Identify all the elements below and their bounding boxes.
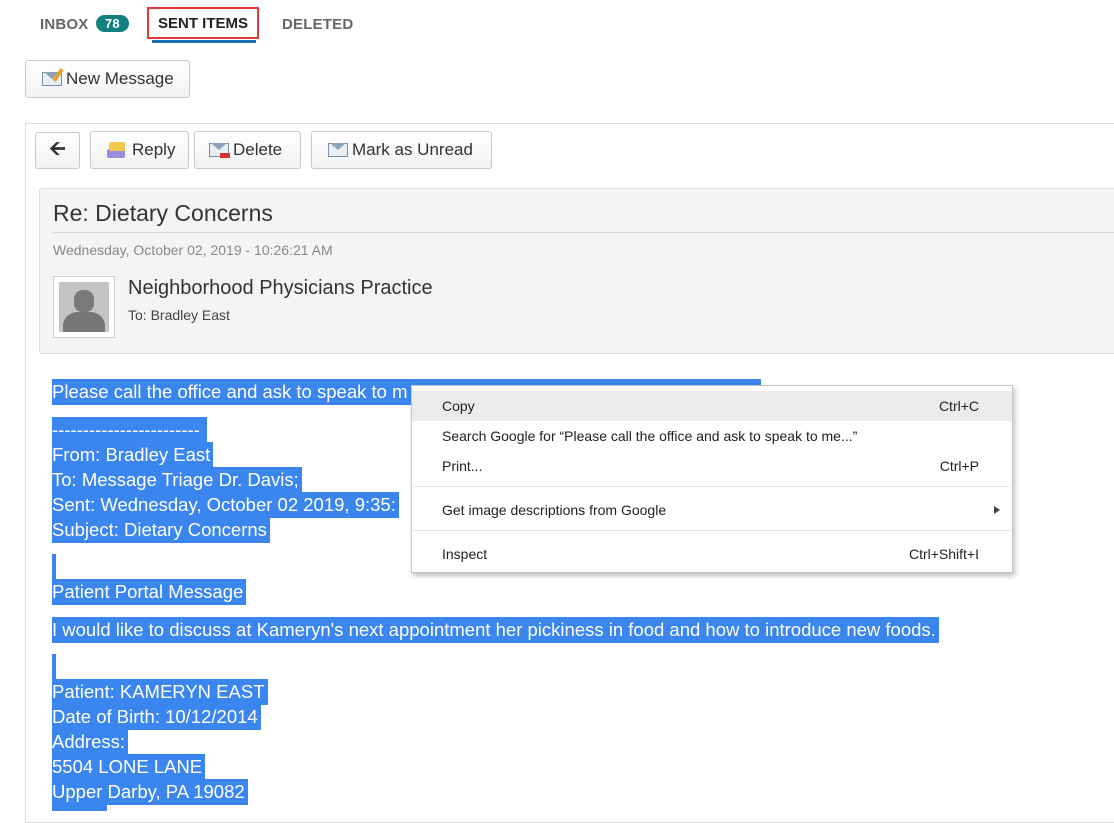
context-menu-copy[interactable]: Copy Ctrl+C — [412, 391, 1012, 421]
context-menu-search-google[interactable]: Search Google for “Please call the offic… — [412, 421, 1012, 451]
active-tab-indicator — [152, 40, 256, 43]
avatar — [53, 276, 115, 338]
body-line[interactable]: Upper Darby, PA 19082 — [52, 779, 248, 805]
back-button[interactable]: 🡨 — [35, 132, 80, 169]
person-silhouette-icon — [59, 282, 109, 332]
body-line[interactable]: Please call the office and ask to speak … — [52, 379, 411, 405]
body-line[interactable]: 5504 LONE LANE — [52, 754, 206, 780]
delete-label: Delete — [233, 140, 283, 159]
message-date: Wednesday, October 02, 2019 - 10:26:21 A… — [53, 242, 333, 258]
context-menu: Copy Ctrl+C Search Google for “Please ca… — [411, 385, 1013, 573]
reply-label: Reply — [132, 140, 176, 159]
context-menu-image-descriptions[interactable]: Get image descriptions from Google — [412, 495, 1012, 525]
body-line[interactable]: ------------------------ — [52, 417, 207, 443]
new-message-label: New Message — [66, 69, 174, 88]
selection-gap — [52, 654, 56, 680]
reply-icon — [107, 141, 127, 159]
envelope-icon — [42, 68, 64, 86]
menu-item-shortcut: Ctrl+C — [938, 398, 979, 414]
subject-divider — [53, 232, 1114, 233]
tab-deleted[interactable]: DELETED — [282, 16, 353, 33]
body-line[interactable]: From: Bradley East — [52, 442, 214, 468]
menu-item-label: Inspect — [442, 546, 488, 562]
unread-envelope-icon — [328, 143, 348, 157]
body-line[interactable]: I would like to discuss at Kameryn's nex… — [52, 617, 939, 643]
menu-item-label: Get image descriptions from Google — [442, 502, 667, 518]
new-message-button[interactable]: New Message — [25, 60, 190, 98]
body-line[interactable]: Subject: Dietary Concerns — [52, 517, 270, 543]
recipient-line: To: Bradley East — [128, 307, 230, 323]
menu-item-label: Print... — [442, 458, 483, 474]
menu-divider — [413, 486, 1011, 487]
context-menu-inspect[interactable]: Inspect Ctrl+Shift+I — [412, 539, 1012, 569]
body-line[interactable]: Patient Portal Message — [52, 579, 247, 605]
message-subject: Re: Dietary Concerns — [53, 200, 273, 226]
body-line[interactable]: Date of Birth: 10/12/2014 — [52, 704, 261, 730]
delete-button[interactable]: Delete — [194, 131, 301, 169]
tab-inbox-label: INBOX — [40, 16, 89, 33]
mark-unread-button[interactable]: Mark as Unread — [311, 131, 492, 169]
inbox-count-badge: 78 — [95, 15, 129, 32]
menu-item-label: Search Google for “Please call the offic… — [442, 428, 858, 444]
sender-name: Neighborhood Physicians Practice — [128, 277, 433, 299]
tab-inbox[interactable]: INBOX 78 — [40, 15, 129, 33]
submenu-arrow-icon — [994, 506, 1000, 514]
arrow-left-icon: 🡨 — [49, 137, 66, 160]
body-line[interactable]: Sent: Wednesday, October 02 2019, 9:35: — [52, 492, 399, 518]
selection-gap — [52, 554, 56, 580]
reply-button[interactable]: Reply — [90, 131, 189, 169]
menu-item-shortcut: Ctrl+Shift+I — [908, 546, 979, 562]
mailbox-tabs: INBOX 78 SENT ITEMS DELETED — [0, 0, 1114, 50]
menu-divider — [413, 530, 1011, 531]
context-menu-print[interactable]: Print... Ctrl+P — [412, 451, 1012, 481]
selection-overflow — [52, 805, 107, 811]
body-line[interactable]: Patient: KAMERYN EAST — [52, 679, 268, 705]
menu-item-shortcut: Ctrl+P — [939, 458, 979, 474]
mark-unread-label: Mark as Unread — [352, 140, 473, 159]
tab-sent-items[interactable]: SENT ITEMS — [147, 7, 259, 39]
delete-envelope-icon — [209, 143, 230, 158]
menu-item-label: Copy — [442, 398, 475, 414]
body-line[interactable]: To: Message Triage Dr. Davis; — [52, 467, 302, 493]
body-line[interactable]: Address: — [52, 729, 129, 755]
